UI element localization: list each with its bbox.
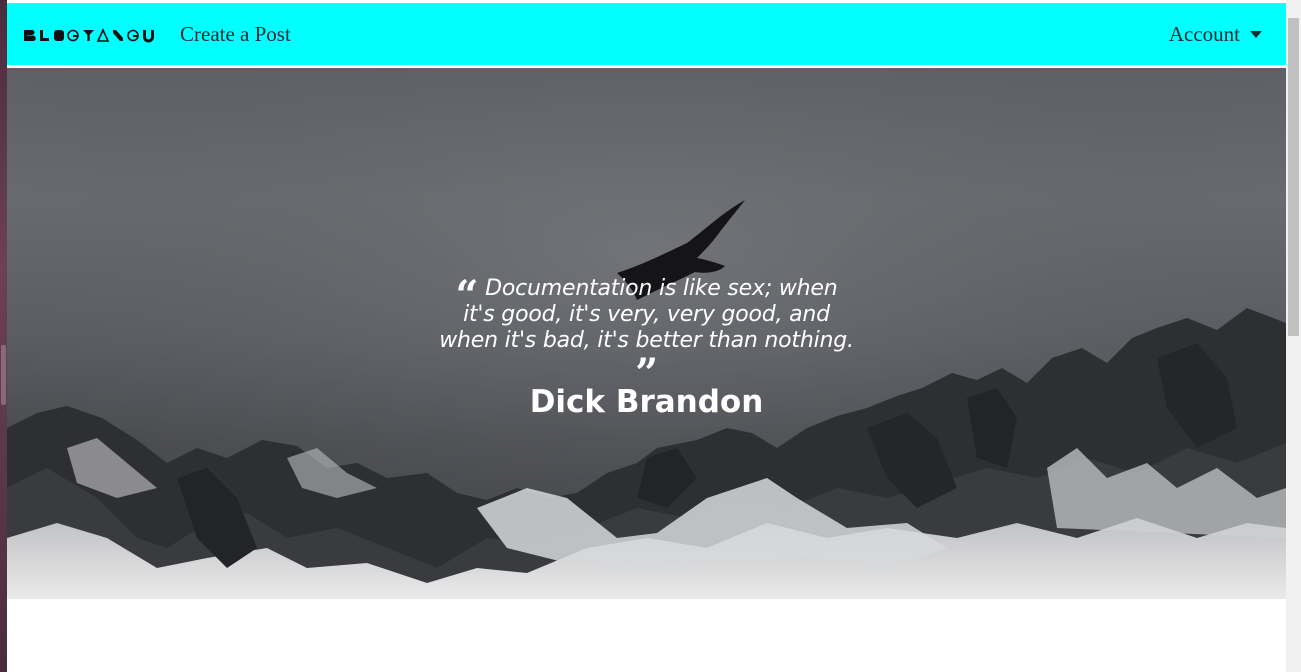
brand-logo[interactable]	[24, 25, 156, 45]
hero-banner: “ Documentation is like sex; when it's g…	[7, 68, 1286, 599]
quote-text-wrapper: “ Documentation is like sex; when it's g…	[437, 276, 857, 394]
hero-quote: “ Documentation is like sex; when it's g…	[7, 276, 1286, 421]
window-resize-handle[interactable]	[1, 345, 6, 405]
quote-author: Dick Brandon	[529, 384, 764, 420]
page-scrollbar[interactable]	[1286, 0, 1301, 672]
browser-viewport: Create a Post Account “ Documentation is…	[7, 0, 1301, 672]
brand-logo-icon	[24, 28, 154, 43]
account-dropdown[interactable]: Account	[1169, 22, 1262, 47]
navbar: Create a Post Account	[7, 3, 1286, 66]
account-label: Account	[1168, 22, 1240, 46]
nav-create-post[interactable]: Create a Post	[180, 22, 291, 47]
desktop-edge	[0, 0, 7, 672]
scrollbar-thumb[interactable]	[1288, 18, 1299, 336]
caret-down-icon	[1250, 31, 1262, 38]
quote-text: Documentation is like sex; when it's goo…	[439, 276, 854, 353]
